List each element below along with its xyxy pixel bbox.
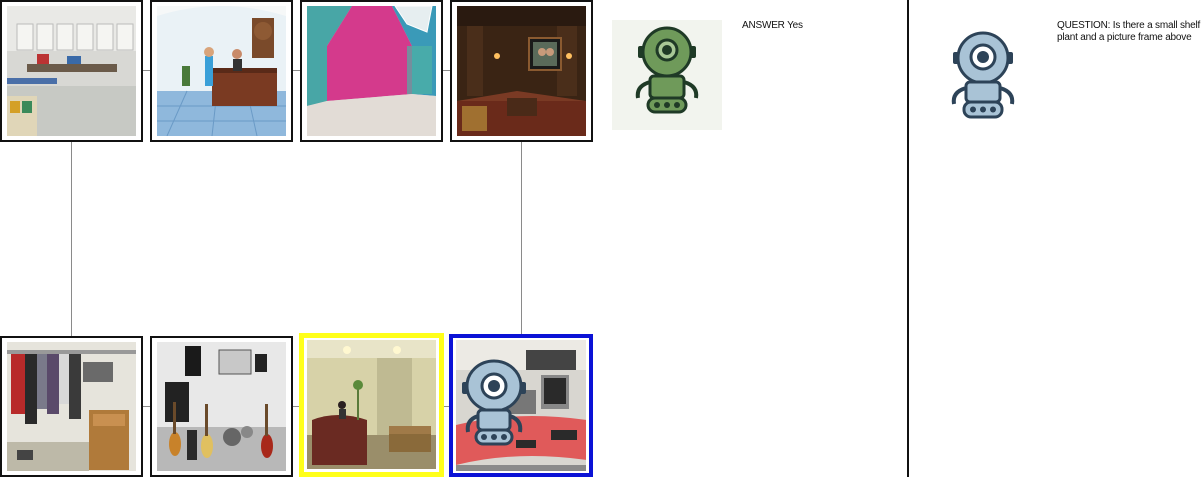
image-tile-pink-attic-room[interactable] — [300, 0, 443, 142]
image-tile-craft-room[interactable] — [0, 0, 143, 142]
question-text: QUESTION: Is there a small shelf plant a… — [1057, 20, 1201, 43]
robot-blue-icon — [951, 31, 1015, 119]
connector-line — [442, 70, 450, 71]
answer-avatar — [612, 20, 722, 130]
image-tile-lobby-reception[interactable] — [150, 0, 293, 142]
robot-green-icon — [635, 26, 699, 114]
reception-desk-image — [307, 340, 436, 469]
home-theater-image — [457, 6, 586, 136]
image-tile-home-theater[interactable] — [450, 0, 593, 142]
image-tile-reception-desk[interactable] — [299, 333, 444, 477]
image-tile-office-computers[interactable] — [449, 334, 593, 477]
image-tile-closet[interactable] — [0, 336, 143, 477]
panel-divider — [907, 0, 909, 477]
connector-line — [292, 70, 300, 71]
answer-text: ANSWER Yes — [742, 20, 803, 31]
office-computers-image — [456, 340, 586, 471]
image-tile-music-room[interactable] — [150, 336, 293, 477]
closet-image — [7, 342, 136, 471]
lobby-reception-image — [157, 6, 286, 136]
question-avatar — [944, 30, 1022, 122]
pink-attic-room-image — [307, 6, 436, 136]
connector-line — [142, 70, 150, 71]
connector-line — [71, 141, 72, 337]
craft-room-image — [7, 6, 136, 136]
connector-line — [521, 141, 522, 337]
music-room-image — [157, 342, 286, 471]
connector-line — [142, 406, 150, 407]
